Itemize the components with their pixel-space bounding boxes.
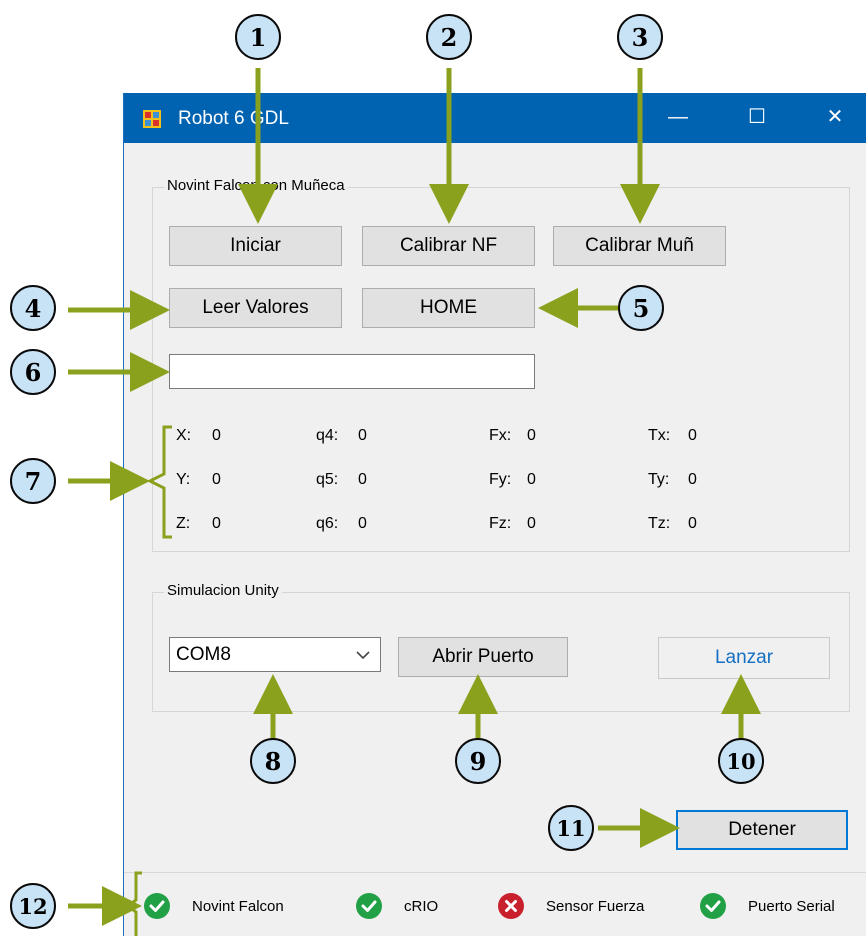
value-number: 0 (212, 471, 221, 488)
app-icon (143, 110, 161, 128)
check-icon (144, 893, 170, 919)
text-field[interactable] (169, 354, 535, 389)
value-number: 0 (527, 515, 536, 532)
error-icon (498, 893, 524, 919)
value-label: Tz: (648, 515, 671, 532)
badge-10: 10 (718, 738, 764, 784)
badge-3: 3 (617, 14, 663, 60)
badge-7: 7 (10, 458, 56, 504)
calibrar-nf-button[interactable]: Calibrar NF (362, 226, 535, 266)
value-label: X: (176, 427, 192, 444)
minimize-button[interactable]: — (643, 93, 713, 143)
value-number: 0 (527, 471, 536, 488)
check-icon (356, 893, 382, 919)
status-label: Puerto Serial (748, 898, 835, 915)
value-number: 0 (527, 427, 536, 444)
badge-4: 4 (10, 285, 56, 331)
badge-2: 2 (426, 14, 472, 60)
abrir-puerto-button[interactable]: Abrir Puerto (398, 637, 568, 677)
value-label: Z: (176, 515, 191, 532)
lanzar-button[interactable]: Lanzar (658, 637, 830, 679)
badge-11: 11 (548, 805, 594, 851)
value-label: q6: (316, 515, 339, 532)
value-label: Fz: (489, 515, 512, 532)
iniciar-button[interactable]: Iniciar (169, 226, 342, 266)
value-label: Fy: (489, 471, 512, 488)
maximize-button[interactable]: ☐ (722, 93, 792, 143)
detener-button[interactable]: Detener (676, 810, 848, 850)
home-button[interactable]: HOME (362, 288, 535, 328)
status-label: Sensor Fuerza (546, 898, 645, 915)
value-label: Tx: (648, 427, 671, 444)
badge-12: 12 (10, 883, 56, 929)
falcon-group-legend: Novint Falcon con Muñeca (164, 177, 348, 194)
badge-1: 1 (235, 14, 281, 60)
value-label: q5: (316, 471, 339, 488)
badge-6: 6 (10, 349, 56, 395)
value-number: 0 (358, 427, 367, 444)
status-label: cRIO (404, 898, 439, 915)
leer-valores-button[interactable]: Leer Valores (169, 288, 342, 328)
port-select-value: COM8 (176, 643, 231, 665)
value-number: 0 (212, 515, 221, 532)
status-label: Novint Falcon (192, 898, 284, 915)
value-number: 0 (688, 471, 697, 488)
unity-group-legend: Simulacion Unity (164, 582, 282, 599)
close-button[interactable]: ✕ (800, 93, 866, 143)
value-number: 0 (358, 471, 367, 488)
chevron-down-icon (356, 651, 370, 660)
value-number: 0 (688, 515, 697, 532)
check-icon (700, 893, 726, 919)
value-label: Ty: (648, 471, 670, 488)
badge-5: 5 (618, 285, 664, 331)
window-title: Robot 6 GDL (178, 108, 289, 129)
calibrar-mun-button[interactable]: Calibrar Muñ (553, 226, 726, 266)
value-label: Y: (176, 471, 191, 488)
value-number: 0 (688, 427, 697, 444)
value-number: 0 (212, 427, 221, 444)
badge-9: 9 (455, 738, 501, 784)
value-label: Fx: (489, 427, 512, 444)
value-label: q4: (316, 427, 339, 444)
value-number: 0 (358, 515, 367, 532)
port-select[interactable]: COM8 (169, 637, 381, 672)
badge-8: 8 (250, 738, 296, 784)
